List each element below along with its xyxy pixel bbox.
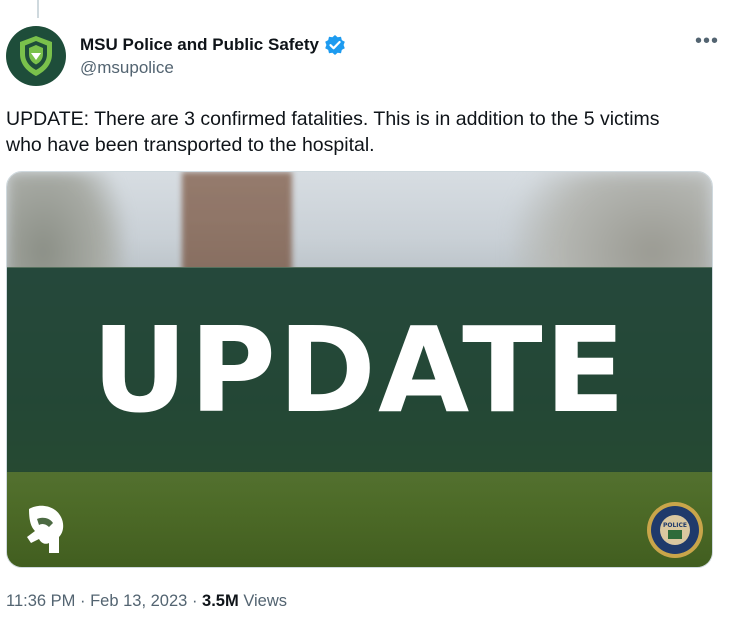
media-bottom-foliage xyxy=(7,471,712,567)
meta-separator: · xyxy=(80,592,86,610)
thread-connector-line xyxy=(37,0,39,18)
verified-badge-icon xyxy=(325,35,345,55)
spartan-helmet-icon xyxy=(27,505,64,553)
shield-icon xyxy=(20,36,52,76)
tweet-text: UPDATE: There are 3 confirmed fatalities… xyxy=(6,108,660,156)
tweet-meta: 11:36 PM · Feb 13, 2023 · 3.5M Views xyxy=(6,592,287,611)
author-handle[interactable]: @msupolice xyxy=(80,58,174,78)
author-display-name[interactable]: MSU Police and Public Safety xyxy=(80,35,319,55)
police-seal-icon: POLICE xyxy=(647,502,703,558)
views-label: Views xyxy=(243,592,288,610)
media-update-band: UPDATE xyxy=(7,268,712,472)
avatar[interactable] xyxy=(6,26,66,86)
views-count[interactable]: 3.5M xyxy=(202,592,239,610)
tweet-date[interactable]: Feb 13, 2023 xyxy=(90,592,187,610)
seal-label: POLICE xyxy=(663,522,687,529)
media-update-text: UPDATE xyxy=(91,301,628,439)
tweet-media-image[interactable]: UPDATE POLICE xyxy=(6,171,713,568)
meta-separator: · xyxy=(191,592,198,610)
more-options-icon[interactable]: ••• xyxy=(695,30,719,53)
author-name-row: MSU Police and Public Safety xyxy=(80,34,346,56)
tweet-time[interactable]: 11:36 PM xyxy=(6,592,75,610)
